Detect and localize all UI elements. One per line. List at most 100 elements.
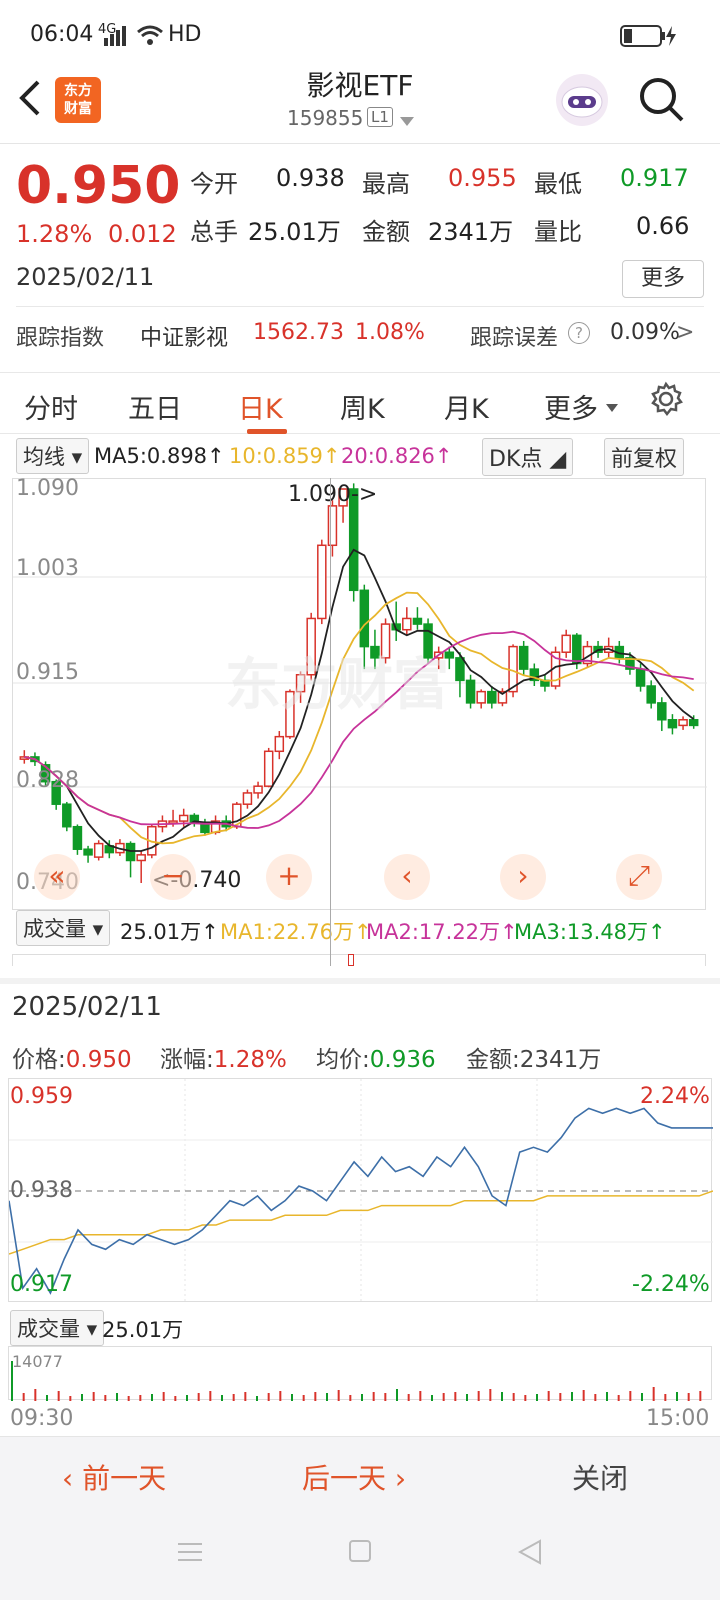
tab-more[interactable]: 更多 <box>544 387 598 426</box>
candle-body <box>667 719 678 729</box>
active-tab-indicator <box>247 429 287 434</box>
detail-price: 0.950 <box>65 1047 132 1073</box>
ts-volume-bar <box>174 1396 177 1401</box>
quote-date: 2025/02/11 <box>16 263 155 291</box>
volume-legend: 成交量 ▾ 25.01万↑ MA1:22.76万↑ MA2:17.22万↑ MA… <box>14 910 714 948</box>
fullscreen-icon[interactable]: ⤢ <box>616 854 662 900</box>
ts-volume-selector[interactable]: 成交量 ▾ <box>10 1310 105 1346</box>
ts-volume-bar <box>547 1391 550 1401</box>
scroll-left-fast-icon[interactable]: « <box>34 854 80 900</box>
candle-body <box>487 690 497 704</box>
prev-day-button[interactable]: ‹ 前一天 <box>62 1457 166 1497</box>
volume-value-legend: 25.01万↑ <box>120 920 219 944</box>
home-nav-icon[interactable] <box>348 1539 372 1567</box>
y-label-4: 0.828 <box>16 768 79 793</box>
battery-icon <box>620 24 680 54</box>
candle-body <box>72 825 83 850</box>
help-icon[interactable]: ? <box>568 322 590 344</box>
ts-volume-bar <box>139 1395 142 1401</box>
crosshair-line <box>330 478 331 966</box>
ts-time-end: 15:00 <box>646 1406 710 1431</box>
page-title: 影视ETF <box>306 69 414 102</box>
candle-body <box>688 719 699 727</box>
ma20-value: 20:0.826↑ <box>341 444 453 468</box>
ma-selector[interactable]: 均线 ▾ <box>16 438 90 474</box>
ts-volume-bar <box>606 1392 608 1401</box>
ts-volume-bar <box>314 1392 317 1401</box>
divider <box>16 306 704 307</box>
assistant-avatar[interactable] <box>556 74 608 126</box>
candle-body <box>242 792 253 805</box>
tracking-index[interactable]: 中证影视 <box>140 320 228 352</box>
candle-body <box>518 645 529 670</box>
ts-volume-svg <box>11 1361 702 1401</box>
level-badge[interactable]: L1 <box>367 107 393 127</box>
low-value: 0.917 <box>620 164 689 192</box>
adjust-selector[interactable]: 前复权 <box>604 438 685 476</box>
candle-body <box>476 690 486 704</box>
ts-volume-bar <box>361 1394 363 1401</box>
candle-body <box>178 814 189 822</box>
ts-volume-bar <box>641 1393 643 1401</box>
candle-body <box>274 735 285 753</box>
tab-weekly-k[interactable]: 周K <box>340 387 385 426</box>
ts-volume-bar <box>232 1394 235 1401</box>
ts-volume-bar <box>419 1391 422 1401</box>
ratio-value: 0.66 <box>636 212 690 240</box>
ts-volume-bar <box>442 1393 445 1401</box>
volume-selector[interactable]: 成交量 ▾ <box>16 910 111 946</box>
detail-avg: 0.936 <box>369 1047 436 1073</box>
menu-nav-icon[interactable] <box>176 1541 204 1567</box>
timeshare-chart[interactable] <box>8 1078 714 1303</box>
dropdown-icon[interactable] <box>400 112 414 131</box>
volume-ma3: MA3:13.48万↑ <box>514 920 666 944</box>
ts-volume-bar <box>291 1394 293 1401</box>
scroll-right-icon[interactable]: › <box>500 854 546 900</box>
back-nav-icon[interactable] <box>517 1539 542 1569</box>
settings-icon[interactable] <box>648 381 684 421</box>
amount-label: 金额 <box>362 218 410 246</box>
zoom-in-icon[interactable]: + <box>266 854 312 900</box>
zoom-out-icon[interactable]: − <box>150 854 196 900</box>
chevron-right-icon[interactable]: > <box>676 320 694 345</box>
dk-point-selector[interactable]: DK点 ◢ <box>482 438 574 476</box>
watermark: 东方财富 <box>225 653 449 718</box>
ts-volume-bar <box>279 1391 282 1401</box>
candle-body <box>263 750 274 787</box>
ma-legend: 均线 ▾ MA5:0.898↑ 10:0.859↑ 20:0.826↑ DK点 … <box>14 438 714 476</box>
ts-time-start: 09:30 <box>10 1406 74 1431</box>
tab-monthly-k[interactable]: 月K <box>444 387 489 426</box>
tab-daily-k[interactable]: 日K <box>238 387 283 426</box>
more-button[interactable]: 更多 <box>622 260 704 298</box>
candle-body <box>572 634 582 665</box>
ts-volume-bar <box>512 1393 515 1401</box>
ts-volume-bar <box>57 1391 60 1401</box>
tracking-label: 跟踪指数 <box>16 326 105 351</box>
caret-down-icon <box>606 397 618 416</box>
ts-volume-bar <box>267 1393 270 1401</box>
ts-volume-bar <box>372 1392 375 1401</box>
ma5-value: MA5:0.898↑ <box>94 444 225 468</box>
ts-volume-bar <box>454 1392 457 1401</box>
tab-timeshare[interactable]: 分时 <box>24 387 78 426</box>
candle-body <box>465 679 476 704</box>
candle-body <box>62 803 72 828</box>
candle-body <box>83 848 93 856</box>
ts-volume-bar <box>69 1396 72 1401</box>
candle-body <box>168 820 178 824</box>
ts-volume-bar <box>127 1396 130 1401</box>
search-icon[interactable] <box>638 76 686 128</box>
nav-bar: 影视ETF 159855 L1 <box>0 62 720 144</box>
ts-volume-bar <box>81 1394 83 1401</box>
next-day-button[interactable]: 后一天 › <box>302 1457 406 1497</box>
ts-volume-bar <box>571 1392 573 1401</box>
high-value: 0.955 <box>448 164 517 192</box>
candle-body <box>253 785 263 794</box>
candle-body <box>646 685 656 704</box>
close-button[interactable]: 关闭 <box>572 1457 628 1497</box>
bottom-bar: ‹ 前一天 后一天 › 关闭 <box>0 1436 720 1600</box>
scroll-left-icon[interactable]: ‹ <box>384 854 430 900</box>
tab-five-day[interactable]: 五日 <box>128 387 182 426</box>
ts-volume-bar <box>349 1395 352 1401</box>
volume-bar-peek <box>348 954 354 966</box>
